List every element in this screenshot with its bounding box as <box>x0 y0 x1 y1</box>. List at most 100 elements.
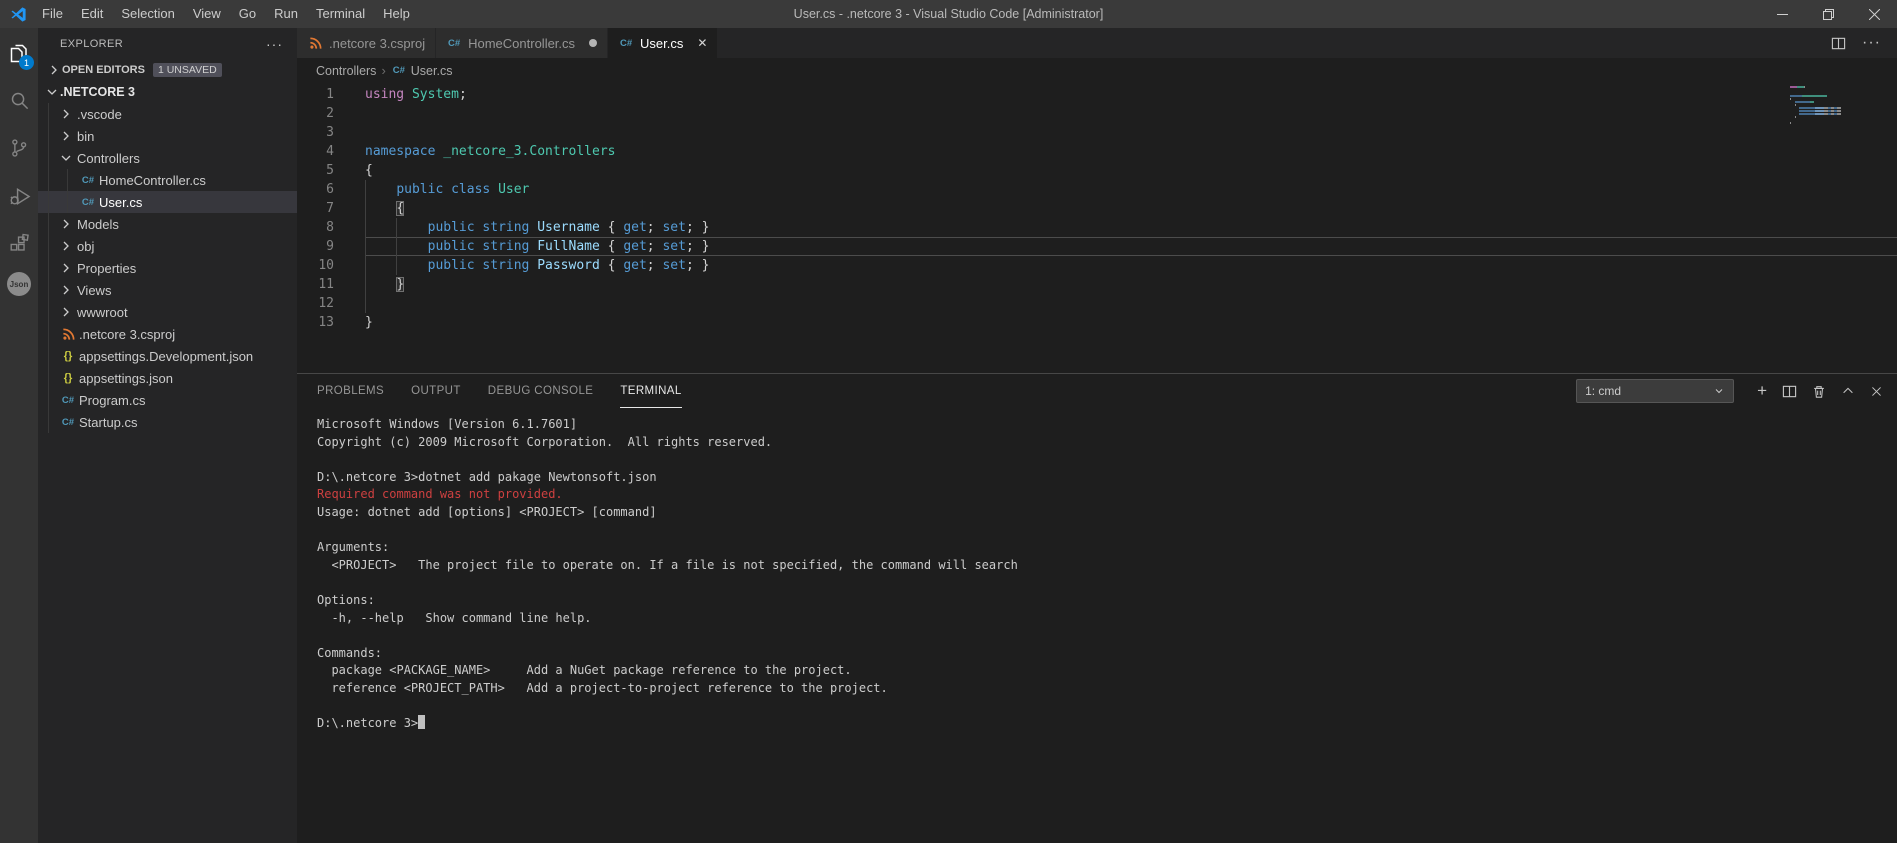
menu-item-help[interactable]: Help <box>374 0 419 28</box>
terminal-content[interactable]: Microsoft Windows [Version 6.1.7601] Copy… <box>297 408 1897 843</box>
tree-item-properties[interactable]: Properties <box>38 257 297 279</box>
line-number: 1 <box>326 87 334 102</box>
tab-bar: .netcore 3.csproj C# HomeController.cs C# Us… <box>297 28 1897 58</box>
tree-item-user-cs[interactable]: C# User.cs <box>38 191 297 213</box>
explorer-icon[interactable]: 1 <box>0 28 38 76</box>
tree-item-label: Startup.cs <box>79 414 138 430</box>
terminal-line: -h, --help Show command line help. <box>317 610 592 625</box>
panel-controls: 1: cmd + <box>1576 379 1883 403</box>
workbench: 1 Json EXPLORER ··· OPEN EDITORS 1 UNSAVE… <box>0 28 1897 843</box>
tree-item-models[interactable]: Models <box>38 213 297 235</box>
menu-item-selection[interactable]: Selection <box>112 0 183 28</box>
tree-item-program-cs[interactable]: C# Program.cs <box>38 389 297 411</box>
csharp-file-icon: C# <box>81 196 95 208</box>
menu-item-run[interactable]: Run <box>265 0 307 28</box>
csproj-file-icon <box>307 35 323 51</box>
split-terminal-button[interactable] <box>1782 384 1797 399</box>
terminal-line: Usage: dotnet add [options] <PROJECT> [c… <box>317 504 657 519</box>
tree-item-label: HomeController.cs <box>99 172 206 188</box>
line-number: 13 <box>318 315 334 330</box>
tab-label: .netcore 3.csproj <box>329 35 426 51</box>
menu-item-file[interactable]: File <box>33 0 72 28</box>
sidebar-header: EXPLORER ··· <box>38 28 297 59</box>
breadcrumb-item-controllers[interactable]: Controllers <box>316 64 376 78</box>
tree-item-appsettings-development-json[interactable]: {} appsettings.Development.json <box>38 345 297 367</box>
panel-tab-output[interactable]: OUTPUT <box>411 374 461 408</box>
tree-item-obj[interactable]: obj <box>38 235 297 257</box>
minimap[interactable] <box>1790 86 1875 125</box>
open-editors-label: OPEN EDITORS <box>62 64 145 76</box>
chevron-icon <box>63 219 69 229</box>
tree-root-label: .NETCORE 3 <box>60 85 136 99</box>
tree-root-netcore-3[interactable]: .NETCORE 3 <box>38 81 297 103</box>
csharp-file-icon: C# <box>448 37 461 49</box>
tree-item-netcore-3-csproj[interactable]: .netcore 3.csproj <box>38 323 297 345</box>
source-control-icon[interactable] <box>0 124 38 172</box>
code-line: 2 <box>297 104 1897 123</box>
panel-header: PROBLEMS OUTPUT DEBUG CONSOLE TERMINAL 1: c… <box>297 374 1897 408</box>
kill-terminal-button[interactable] <box>1812 384 1826 399</box>
sidebar-more-actions-icon[interactable]: ··· <box>266 36 283 52</box>
chevron-down-icon <box>1715 389 1723 394</box>
breadcrumb-item-user-cs[interactable]: C# User.cs <box>391 63 453 79</box>
tree-item-label: Properties <box>77 260 137 276</box>
close-panel-button[interactable] <box>1870 385 1883 398</box>
panel-tab-problems[interactable]: PROBLEMS <box>317 374 384 408</box>
minimize-button[interactable] <box>1759 0 1805 28</box>
tab-homecontroller-cs[interactable]: C# HomeController.cs <box>436 28 609 58</box>
tree-item-startup-cs[interactable]: C# Startup.cs <box>38 411 297 433</box>
tree-item-homecontroller-cs[interactable]: C# HomeController.cs <box>38 169 297 191</box>
terminal-line: Options: <box>317 592 375 607</box>
code-line: 10 public string Password { get; set; } <box>297 256 1897 275</box>
vscode-logo-icon <box>10 6 27 23</box>
restore-button[interactable] <box>1805 0 1851 28</box>
maximize-panel-button[interactable] <box>1841 384 1855 398</box>
panel-tab-terminal[interactable]: TERMINAL <box>620 374 682 408</box>
chevron-right-icon <box>51 65 57 75</box>
code-line-content: using System; <box>365 87 467 102</box>
open-editors-section[interactable]: OPEN EDITORS 1 UNSAVED <box>38 59 297 81</box>
panel-tab-debug-console[interactable]: DEBUG CONSOLE <box>488 374 594 408</box>
chevron-icon <box>61 155 71 161</box>
tree-item-label: Views <box>77 282 112 298</box>
terminal-selector-dropdown[interactable]: 1: cmd <box>1576 379 1735 403</box>
breadcrumb-label: Controllers <box>316 63 377 78</box>
tree-item-controllers[interactable]: Controllers <box>38 147 297 169</box>
line-number: 4 <box>326 144 334 159</box>
search-icon[interactable] <box>0 76 38 124</box>
menu-item-edit[interactable]: Edit <box>72 0 112 28</box>
tree-item-label: appsettings.json <box>79 370 173 386</box>
tab-netcore-3-csproj[interactable]: .netcore 3.csproj <box>297 28 437 58</box>
menu-item-terminal[interactable]: Terminal <box>307 0 374 28</box>
tree-item-vscode[interactable]: .vscode <box>38 103 297 125</box>
close-window-button[interactable] <box>1851 0 1897 28</box>
code-line-content: public string Username { get; set; } <box>365 218 1897 237</box>
code-editor[interactable]: 1 using System; 2 3 4 namespace _netcore_3.Co… <box>297 83 1897 373</box>
code-line: 9 public string FullName { get; set; } <box>297 237 1897 256</box>
menu-item-view[interactable]: View <box>184 0 230 28</box>
tree-item-wwwroot[interactable]: wwwroot <box>38 301 297 323</box>
csproj-file-icon <box>60 326 76 342</box>
editor-actions: ··· <box>1831 28 1897 58</box>
run-debug-icon[interactable] <box>0 172 38 220</box>
tree-item-label: User.cs <box>99 194 143 210</box>
more-actions-icon[interactable]: ··· <box>1862 34 1881 52</box>
tab-close-icon[interactable]: ✕ <box>697 36 707 50</box>
tab-user-cs[interactable]: C# User.cs ✕ <box>608 28 719 58</box>
split-editor-icon[interactable] <box>1831 36 1846 51</box>
json-tool-icon[interactable]: Json <box>7 272 31 296</box>
line-number: 8 <box>326 220 334 235</box>
tree-item-bin[interactable]: bin <box>38 125 297 147</box>
window-title: User.cs - .netcore 3 - Visual Studio Cod… <box>793 7 1104 21</box>
menu-item-go[interactable]: Go <box>230 0 265 28</box>
new-terminal-button[interactable]: + <box>1757 381 1767 401</box>
tab-dirty-icon[interactable] <box>589 39 598 47</box>
explorer-sidebar: EXPLORER ··· OPEN EDITORS 1 UNSAVED .NET… <box>38 28 297 843</box>
line-number: 9 <box>326 239 334 254</box>
code-line-content: public class User <box>365 180 1897 199</box>
extensions-icon[interactable] <box>0 220 38 268</box>
tree-item-appsettings-json[interactable]: {} appsettings.json <box>38 367 297 389</box>
tree-item-label: Models <box>77 216 119 232</box>
tree-item-views[interactable]: Views <box>38 279 297 301</box>
